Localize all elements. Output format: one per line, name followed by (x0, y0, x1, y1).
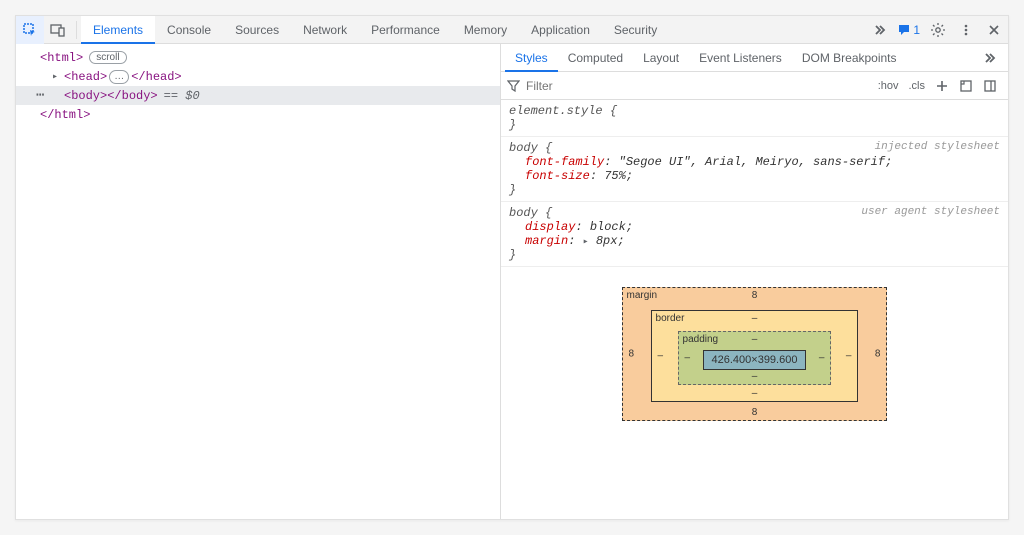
tab-console[interactable]: Console (155, 16, 223, 44)
dom-head[interactable]: ⋯ ▸ <head> … </head> (16, 67, 500, 86)
top-tab-bar: Elements Console Sources Network Perform… (16, 16, 1008, 44)
styles-panel: Styles Computed Layout Event Listeners D… (501, 44, 1008, 519)
toggle-sidebar-icon[interactable] (983, 79, 997, 93)
selected-marker: == $0 (164, 89, 200, 103)
message-count: 1 (913, 23, 920, 37)
box-content[interactable]: 426.400×399.600 (703, 350, 807, 370)
dom-body-selected[interactable]: ⋯ <body></body> == $0 (16, 86, 500, 105)
subtab-dom-breakpoints[interactable]: DOM Breakpoints (792, 44, 907, 72)
hov-toggle[interactable]: :hov (878, 80, 899, 92)
styles-content: element.style { } injected stylesheet bo… (501, 100, 1008, 519)
filter-input[interactable] (520, 79, 873, 93)
tab-application[interactable]: Application (519, 16, 602, 44)
device-toggle-icon[interactable] (44, 16, 72, 44)
box-border[interactable]: border – – – – padding – – – – 42 (651, 310, 859, 402)
tab-performance[interactable]: Performance (359, 16, 452, 44)
dom-html-close[interactable]: ⋯ </html> (16, 105, 500, 124)
sub-tab-bar: Styles Computed Layout Event Listeners D… (501, 44, 1008, 72)
computed-styles-icon[interactable] (959, 79, 973, 93)
rule-source: user agent stylesheet (861, 206, 1000, 218)
divider (76, 21, 77, 39)
box-margin[interactable]: margin 8 8 8 8 border – – – – padding (622, 287, 888, 421)
subtab-more-icon[interactable] (982, 51, 1004, 65)
subtab-computed[interactable]: Computed (558, 44, 633, 72)
dom-html-open[interactable]: ⋯ <html> scroll (16, 48, 500, 67)
settings-icon[interactable] (924, 16, 952, 44)
rule-source: injected stylesheet (875, 141, 1000, 153)
more-menu-icon[interactable] (952, 16, 980, 44)
more-tabs-icon[interactable] (865, 16, 893, 44)
subtab-event-listeners[interactable]: Event Listeners (689, 44, 792, 72)
filter-icon (507, 79, 520, 92)
dom-tree[interactable]: ⋯ <html> scroll ⋯ ▸ <head> … </head> ⋯ <… (16, 44, 501, 519)
ellipsis-badge[interactable]: … (109, 70, 129, 84)
tab-network[interactable]: Network (291, 16, 359, 44)
subtab-layout[interactable]: Layout (633, 44, 689, 72)
body-rule-injected[interactable]: injected stylesheet body { font-family: … (501, 137, 1008, 202)
subtab-styles[interactable]: Styles (505, 44, 558, 72)
messages-icon[interactable]: 1 (893, 16, 924, 44)
tab-elements[interactable]: Elements (81, 16, 155, 44)
close-icon[interactable] (980, 16, 1008, 44)
filter-bar: :hov .cls (501, 72, 1008, 100)
new-style-icon[interactable] (935, 79, 949, 93)
scroll-badge: scroll (89, 51, 126, 64)
tab-sources[interactable]: Sources (223, 16, 291, 44)
body-rule-ua[interactable]: user agent stylesheet body { display: bl… (501, 202, 1008, 267)
box-model[interactable]: margin 8 8 8 8 border – – – – padding (501, 267, 1008, 441)
devtools-panel: Elements Console Sources Network Perform… (15, 15, 1009, 520)
tab-security[interactable]: Security (602, 16, 669, 44)
tab-memory[interactable]: Memory (452, 16, 519, 44)
cls-toggle[interactable]: .cls (909, 80, 926, 92)
box-padding[interactable]: padding – – – – 426.400×399.600 (678, 331, 832, 385)
element-style-rule[interactable]: element.style { } (501, 100, 1008, 137)
inspect-element-icon[interactable] (16, 16, 44, 44)
